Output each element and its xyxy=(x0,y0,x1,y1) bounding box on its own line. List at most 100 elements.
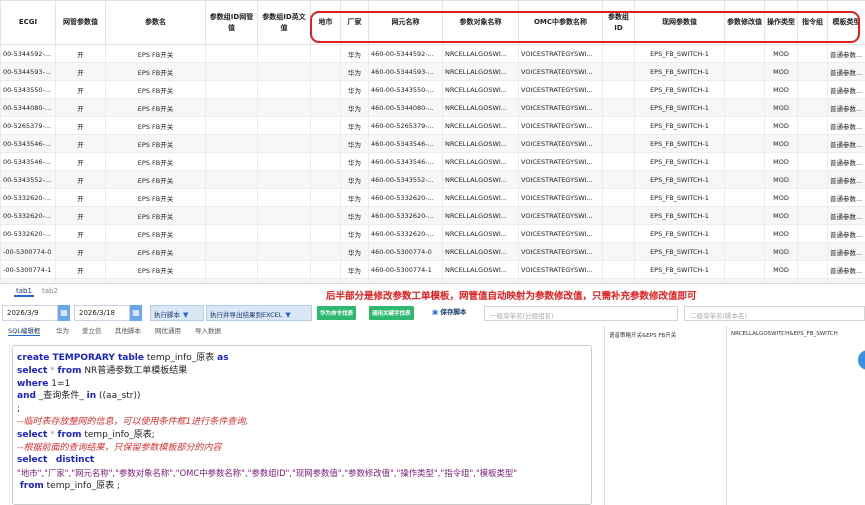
tab-sql-editor[interactable]: SQL编辑框 xyxy=(8,325,41,336)
run-script-button[interactable]: 执行脚本 ▼ xyxy=(150,305,204,321)
table-cell: 460-00-5332620-... xyxy=(368,206,443,225)
calendar-icon[interactable]: ▦ xyxy=(58,305,70,321)
code-line: create TEMPORARY table temp_info_原表 as xyxy=(17,352,587,365)
table-row[interactable]: 00-5344592-... 开 EPS FB开关 华为 460-00-5344592-… xyxy=(0,44,865,63)
middle-panel[interactable]: 语音策略开关&EPS FB开关 xyxy=(604,326,724,505)
code-token: * xyxy=(47,429,58,440)
date-from-input[interactable]: 2026/3/9 xyxy=(2,305,58,321)
table-cell: VOICESTRATEGYSWI... xyxy=(518,152,603,171)
column-header[interactable]: 参数组ID xyxy=(602,0,635,45)
toolbar: 2026/3/9 ▦ 2026/3/18 ▦ 执行脚本 ▼ 执行并导出结果到EXC… xyxy=(0,305,865,321)
table-cell xyxy=(724,98,765,117)
table-cell: 华为 xyxy=(340,170,369,189)
date-to-input[interactable]: 2026/3/18 xyxy=(74,305,130,321)
column-header[interactable]: 操作类型 xyxy=(764,0,798,45)
table-cell xyxy=(257,134,311,153)
tab-huawei[interactable]: 华为 xyxy=(56,325,69,335)
run-export-button[interactable]: 执行并导出结果到EXCEL ▼ xyxy=(206,305,312,321)
code-line: select distinct xyxy=(17,454,587,467)
column-header[interactable]: 参数组ID英文值 xyxy=(257,0,311,45)
tab-2[interactable]: tab2 xyxy=(42,287,58,295)
column-header[interactable]: OMC中参数名称 xyxy=(518,0,603,45)
save-script-button[interactable]: ▣ 保存脚本 xyxy=(432,306,466,320)
column-header[interactable]: ECGI xyxy=(0,0,56,45)
column-header[interactable]: 网管参数值 xyxy=(55,0,106,45)
column-header[interactable]: 参数组ID网管值 xyxy=(205,0,258,45)
calendar-icon[interactable]: ▦ xyxy=(130,305,142,321)
table-row[interactable]: 00-5265379-... 开 EPS FB开关 华为 460-00-5265379-… xyxy=(0,116,865,135)
table-row[interactable]: 00-5344080-... 开 EPS FB开关 华为 460-00-5344080-… xyxy=(0,98,865,117)
sql-editor[interactable]: create TEMPORARY table temp_info_原表 as s… xyxy=(12,345,592,505)
table-row[interactable]: 00-5332620-... 开 EPS FB开关 华为 460-00-5332620-… xyxy=(0,224,865,243)
result-grid[interactable]: ECGI 网管参数值 参数名 参数组ID网管值 参数组ID英文值 地市 厂家 网元名称 参数对象… xyxy=(0,0,865,284)
table-cell: EPS FB开关 xyxy=(105,224,206,243)
table-cell xyxy=(310,188,341,207)
table-row[interactable]: 00-5343546-... 开 EPS FB开关 华为 460-00-5343546-… xyxy=(0,152,865,171)
tab-common[interactable]: 网优通用 xyxy=(155,325,181,335)
table-cell: MOD xyxy=(764,134,798,153)
right-panel[interactable]: NRCELLALGOSWITCH&EPS_FB_SWITCH xyxy=(726,326,865,505)
table-cell: 普通参数... xyxy=(827,278,865,283)
table-row[interactable]: 00-5343550-... 开 EPS FB开关 华为 460-00-5343550-… xyxy=(0,80,865,99)
table-cell: MOD xyxy=(764,44,798,63)
menu1-input[interactable]: 一级菜单名(分组组名) xyxy=(484,306,678,321)
column-header[interactable]: 现网参数值 xyxy=(634,0,725,45)
table-cell: 普通参数... xyxy=(827,206,865,225)
table-cell: VOICESTRATEGYSWI... xyxy=(518,224,603,243)
table-cell: EPS_FB_SWITCH-1 xyxy=(634,170,725,189)
column-header[interactable]: 地市 xyxy=(310,0,341,45)
table-cell xyxy=(257,170,311,189)
table-row[interactable]: -00-5300774-2开EPS FB开关 华为460-00-5300774-2… xyxy=(0,278,865,283)
table-row[interactable]: -00-5300774-1 开 EPS FB开关 华为 460-00-5300774-1… xyxy=(0,260,865,279)
code-token: ; xyxy=(17,404,21,415)
column-header[interactable]: 指令组 xyxy=(797,0,828,45)
table-cell xyxy=(205,242,258,261)
table-cell: EPS_FB_SWITCH-1 xyxy=(634,44,725,63)
table-cell xyxy=(724,206,765,225)
table-cell: EPS_FB_SWITCH-1 xyxy=(634,188,725,207)
table-cell: EPS_FB_SWITCH-1 xyxy=(634,80,725,99)
code-token: create TEMPORARY table xyxy=(17,353,144,363)
table-cell: NRCELLALGOSWI... xyxy=(442,170,519,189)
column-header[interactable]: 模板类型 xyxy=(827,0,865,45)
table-cell xyxy=(602,278,635,283)
table-cell xyxy=(602,44,635,63)
table-cell xyxy=(310,116,341,135)
table-cell: 460-00-5343546-... xyxy=(368,134,443,153)
table-cell: 460-00-5344593-... xyxy=(368,62,443,81)
annotation-note: 后半部分是修改参数工单模板，网管值自动映射为参数修改值，只需补充参数修改值即可 xyxy=(326,291,697,302)
table-cell: 普通参数... xyxy=(827,134,865,153)
table-row[interactable]: 00-5343546-... 开 EPS FB开关 华为 460-00-5343546-… xyxy=(0,134,865,153)
table-cell: 开 xyxy=(55,206,106,225)
run-export-label: 执行并导出结果到EXCEL xyxy=(210,311,283,319)
table-cell xyxy=(797,152,828,171)
huawei-find-button[interactable]: 华为命令找表 xyxy=(317,306,357,320)
table-row[interactable]: 00-5332620-... 开 EPS FB开关 华为 460-00-5332620-… xyxy=(0,206,865,225)
column-header[interactable]: 参数修改值 xyxy=(724,0,765,45)
table-cell xyxy=(724,188,765,207)
column-header[interactable]: 厂家 xyxy=(340,0,369,45)
table-cell: 华为 xyxy=(340,62,369,81)
common-find-button[interactable]: 通用关键字找表 xyxy=(369,306,414,320)
table-cell: EPS_FB_SWITCH-1 xyxy=(634,134,725,153)
tab-ericsson[interactable]: 爱立信 xyxy=(82,325,102,335)
table-cell: 460-00-5344592-... xyxy=(368,44,443,63)
table-row[interactable]: 00-5344593-... 开 EPS FB开关 华为 460-00-5344593-… xyxy=(0,62,865,81)
table-row[interactable]: 00-5343552-... 开 EPS FB开关 华为 460-00-5343552-… xyxy=(0,170,865,189)
code-comment: --根据前面的查询结果，只保留参数模板部分的内容 xyxy=(17,442,222,453)
table-row[interactable]: 00-5332620-... 开 EPS FB开关 华为 460-00-5332620-… xyxy=(0,188,865,207)
table-cell xyxy=(797,80,828,99)
tab-other-scripts[interactable]: 其他脚本 xyxy=(115,325,141,335)
column-header[interactable]: 参数名 xyxy=(105,0,206,45)
tab-1[interactable]: tab1 xyxy=(14,287,34,297)
tab-import[interactable]: 导入数据 xyxy=(195,325,221,335)
table-cell: 00-5265379-... xyxy=(0,116,56,135)
column-header[interactable]: 参数对象名称 xyxy=(442,0,519,45)
menu2-input[interactable]: 二级菜单名(脚本名) xyxy=(684,306,865,321)
table-row[interactable]: -00-5300774-0 开 EPS FB开关 华为 460-00-5300774-0… xyxy=(0,242,865,261)
column-header[interactable]: 网元名称 xyxy=(368,0,443,45)
table-cell: EPS_FB_SWITCH-1 xyxy=(634,62,725,81)
table-cell: 普通参数... xyxy=(827,188,865,207)
table-cell: MOD xyxy=(764,260,798,279)
table-cell xyxy=(257,44,311,63)
